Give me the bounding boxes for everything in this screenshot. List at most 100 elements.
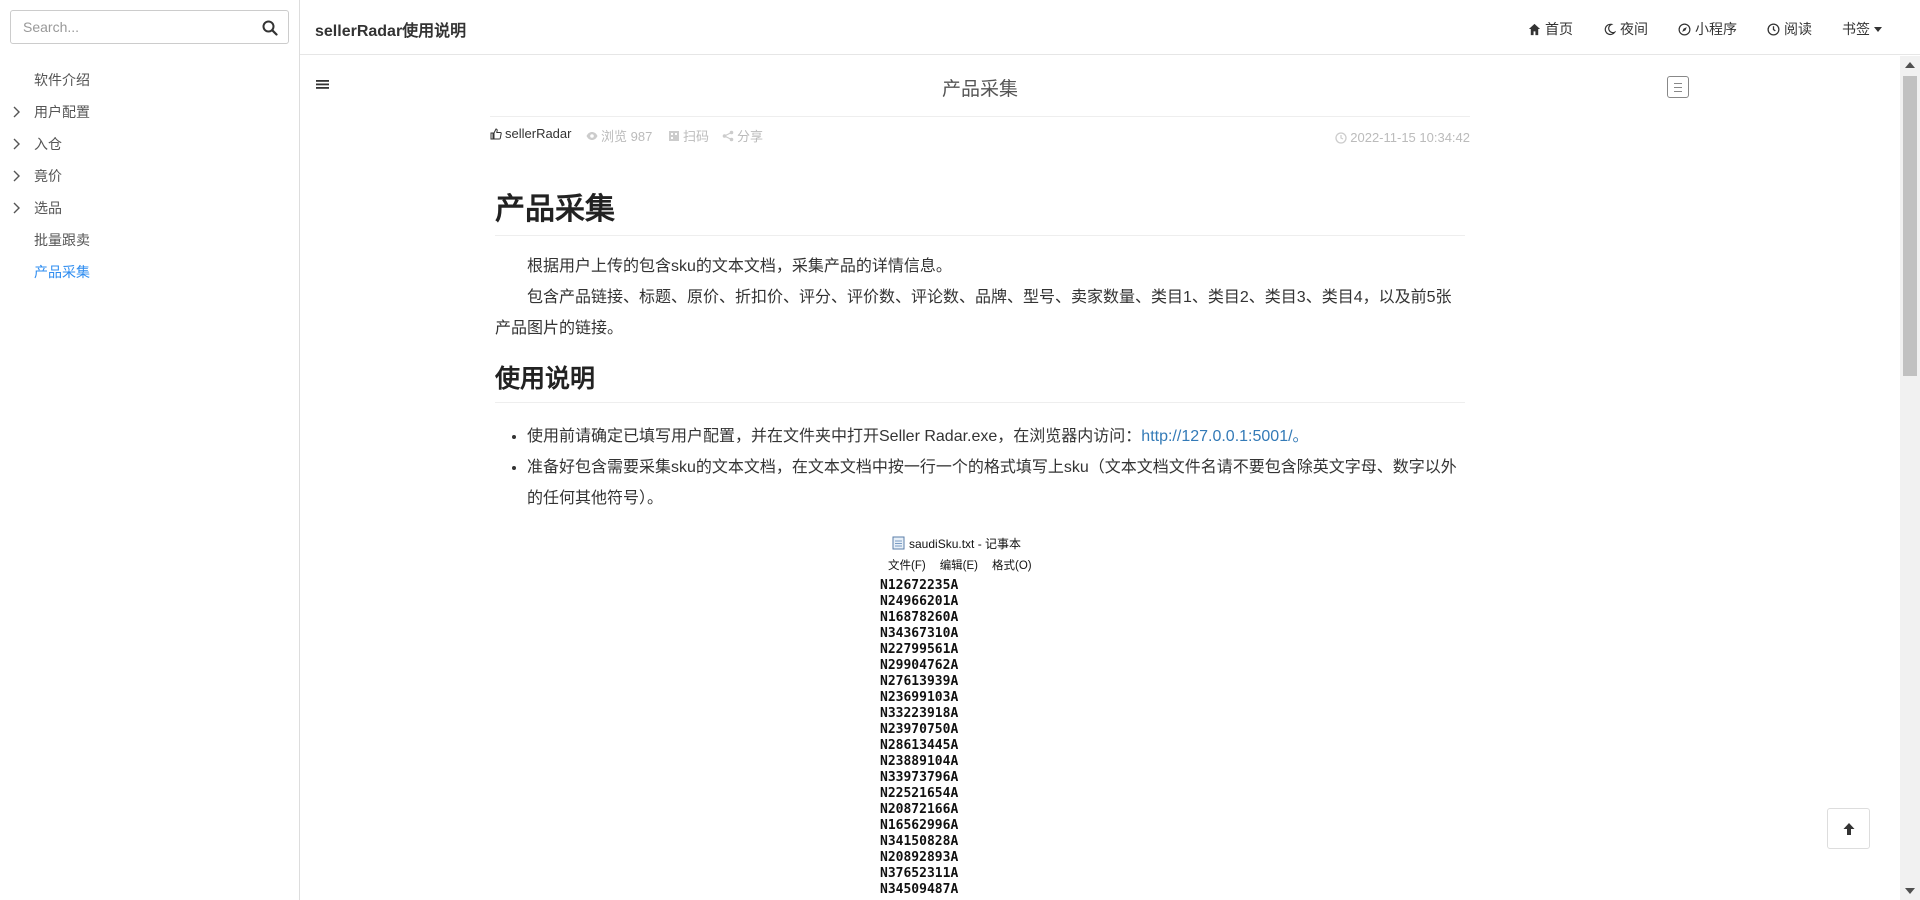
moon-icon (1604, 23, 1616, 35)
outline-toggle-button[interactable] (1667, 76, 1689, 98)
home-icon (1528, 23, 1541, 35)
author[interactable]: sellerRadar (490, 126, 571, 141)
usage-item2-text: 准备好包含需要采集sku的文本文档，在文本文档中按一行一个的格式填写上sku（文… (527, 459, 1457, 507)
notepad-title: saudiSku.txt - 记事本 (909, 536, 1022, 551)
usage-list-item: 使用前请确定已填写用户配置，并在文件夹中打开Seller Radar.exe，在… (527, 421, 1465, 452)
sidebar-item-intro[interactable]: 软件介绍 (0, 64, 300, 96)
sidebar-item-label: 批量跟卖 (34, 232, 90, 248)
sku-line: N23889104A (880, 754, 959, 769)
header-menu: 首页 夜间 小程序 阅读 书签 (1498, 19, 1882, 39)
publish-date: 2022-11-15 10:34:42 (1335, 130, 1470, 145)
top-header: sellerRadar使用说明 首页 夜间 小程序 阅读 书签 (300, 0, 1920, 55)
sidebar-item-user-config[interactable]: 用户配置 (0, 96, 300, 128)
sidebar-item-warehouse[interactable]: 入仓 (0, 128, 300, 160)
compass-icon (1678, 23, 1691, 35)
usage-item1-suffix: 。 (1292, 428, 1309, 445)
sidebar-item-label: 用户配置 (34, 104, 90, 120)
chevron-right-icon[interactable] (11, 169, 23, 183)
sku-line: N29904762A (880, 658, 959, 673)
sku-line: N22799561A (880, 642, 959, 657)
site-title[interactable]: sellerRadar使用说明 (315, 17, 466, 41)
article-meta: sellerRadar 浏览 987 扫码 分享 2022-11-15 10:3… (490, 116, 1470, 156)
clock-icon (1767, 22, 1780, 36)
sku-line: N33223918A (880, 706, 959, 721)
miniprogram-link[interactable]: 小程序 (1678, 19, 1737, 39)
sku-line: N34150828A (880, 834, 959, 849)
page-scrollbar[interactable] (1900, 56, 1920, 900)
sku-line: N20872166A (880, 802, 959, 817)
sidebar-nav: 软件介绍 用户配置 入仓 竟价 选品 批量跟卖 产品采集 (0, 64, 300, 288)
section-heading-main: 产品采集 (495, 191, 1465, 236)
sidebar-item-selection[interactable]: 选品 (0, 192, 300, 224)
scroll-thumb[interactable] (1903, 76, 1917, 376)
bookmark-label: 书签 (1842, 21, 1870, 37)
search-input[interactable] (11, 11, 288, 43)
sidebar-item-product-collect[interactable]: 产品采集 (0, 256, 300, 288)
back-to-top-button[interactable] (1827, 808, 1870, 849)
sku-line: N24966201A (880, 594, 959, 609)
arrow-up-icon (1843, 823, 1855, 835)
bookmark-dropdown[interactable]: 书签 (1842, 19, 1882, 39)
view-count-label: 浏览 987 (601, 129, 653, 144)
outline-icon-line (1674, 83, 1682, 84)
sidebar-item-label: 入仓 (34, 136, 62, 152)
clock-icon (1335, 131, 1347, 144)
miniprogram-label: 小程序 (1695, 21, 1737, 37)
author-name: sellerRadar (505, 126, 572, 141)
scan-label: 扫码 (683, 129, 710, 144)
notepad-menu-edit: 编辑(E) (939, 560, 979, 572)
scan-qrcode[interactable]: 扫码 (668, 126, 709, 145)
view-count: 浏览 987 (586, 126, 652, 145)
night-mode-toggle[interactable]: 夜间 (1603, 19, 1648, 39)
notepad-sku-lines: N12672235A N24966201A N16878260A N343673… (880, 578, 1088, 898)
sku-line: N37652311A (880, 866, 959, 881)
paragraph-intro: 根据用户上传的包含sku的文本文档，采集产品的详情信息。 (527, 258, 952, 275)
sidebar-item-bidding[interactable]: 竟价 (0, 160, 300, 192)
sku-line: N12672235A (880, 578, 959, 593)
home-link[interactable]: 首页 (1528, 19, 1573, 39)
share-icon (722, 130, 734, 141)
qrcode-icon (669, 130, 679, 141)
publish-date-text: 2022-11-15 10:34:42 (1350, 130, 1470, 145)
sku-line: N34367310A (880, 626, 959, 641)
sidebar: 软件介绍 用户配置 入仓 竟价 选品 批量跟卖 产品采集 (0, 0, 300, 900)
outline-icon-line (1674, 87, 1682, 88)
sidebar-item-label: 竟价 (34, 168, 62, 184)
section-heading-usage: 使用说明 (495, 362, 1465, 403)
sku-line: N23970750A (880, 722, 959, 737)
caret-down-icon (1874, 26, 1882, 32)
sku-line: N23699103A (880, 690, 959, 705)
sidebar-item-batch-follow[interactable]: 批量跟卖 (0, 224, 300, 256)
usage-item1-prefix: 使用前请确定已填写用户配置，并在文件夹中打开Seller Radar.exe，在… (527, 428, 1142, 445)
sidebar-item-label: 产品采集 (34, 264, 90, 280)
read-label: 阅读 (1784, 21, 1812, 37)
eye-icon (586, 131, 598, 140)
chevron-right-icon[interactable] (11, 105, 23, 119)
thumbs-up-icon (490, 127, 502, 139)
sku-line: N33973796A (880, 770, 959, 785)
scroll-down-arrow[interactable] (1905, 888, 1915, 894)
notepad-menu-file: 文件(F) (888, 560, 926, 572)
article-body: 产品采集 根据用户上传的包含sku的文本文档，采集产品的详情信息。 包含产品链接… (490, 191, 1470, 898)
night-label: 夜间 (1620, 21, 1648, 37)
scroll-up-arrow[interactable] (1905, 62, 1915, 68)
sidebar-item-label: 选品 (34, 200, 62, 216)
paragraph-fields: 包含产品链接、标题、原价、折扣价、评分、评价数、评论数、品牌、型号、卖家数量、类… (495, 289, 1452, 337)
content-area: 产品采集 sellerRadar 浏览 987 扫码 分享 2022-11-15… (300, 56, 1900, 900)
notepad-icon (892, 536, 905, 550)
sku-line: N16878260A (880, 610, 959, 625)
outline-icon-line (1674, 91, 1682, 92)
sku-line: N27613939A (880, 674, 959, 689)
home-label: 首页 (1545, 21, 1573, 37)
search-icon[interactable] (262, 20, 278, 36)
share-button[interactable]: 分享 (722, 126, 763, 145)
local-url-link[interactable]: http://127.0.0.1:5001/ (1141, 428, 1292, 445)
notepad-menu-format: 格式(O) (992, 560, 1032, 572)
sku-line: N22521654A (880, 786, 959, 801)
read-mode-link[interactable]: 阅读 (1767, 19, 1812, 39)
search-box (10, 10, 289, 44)
chevron-right-icon[interactable] (11, 201, 23, 215)
chevron-right-icon[interactable] (11, 137, 23, 151)
sidebar-item-label: 软件介绍 (34, 72, 90, 88)
sku-line: N34509487A (880, 882, 959, 897)
